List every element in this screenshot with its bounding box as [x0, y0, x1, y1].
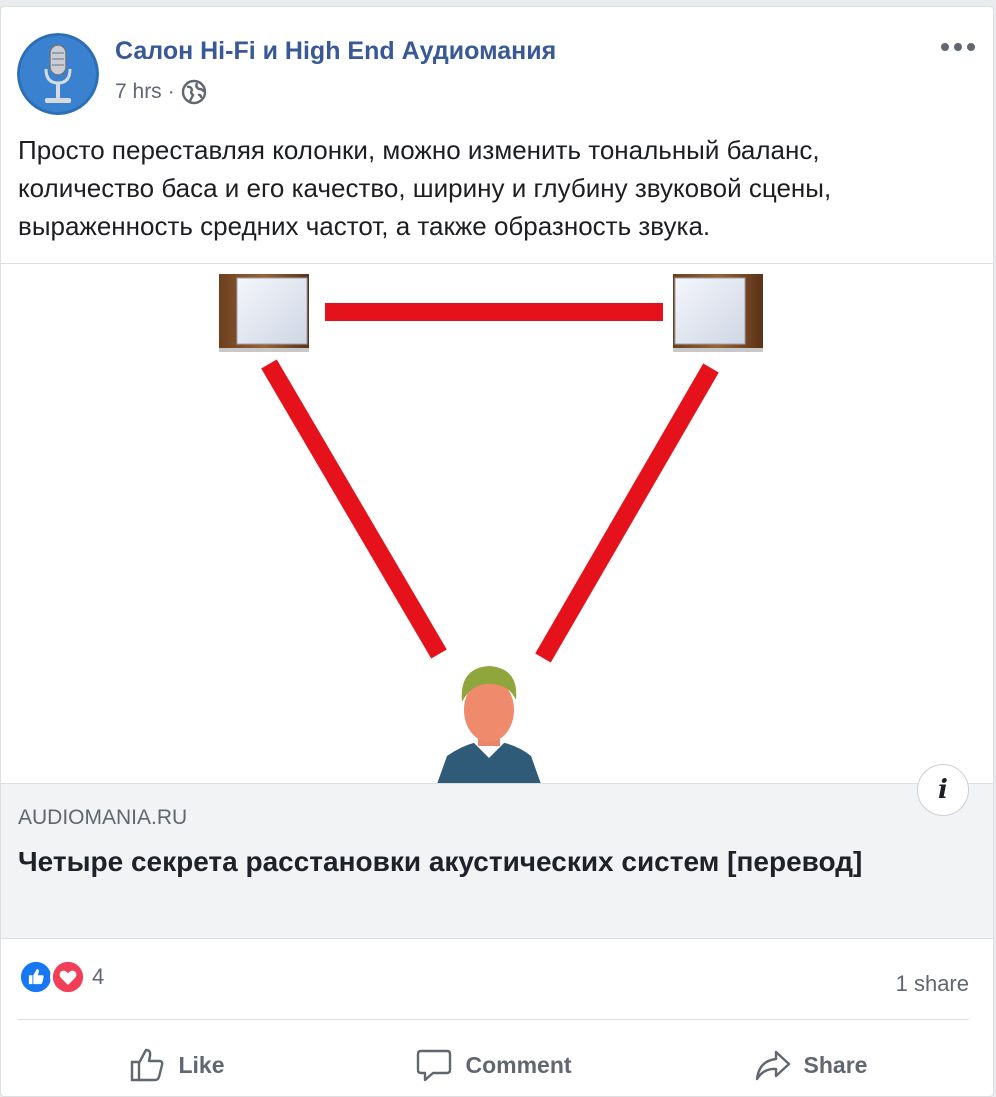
post-text: Просто переставляя колонки, можно измени… [18, 131, 978, 245]
love-icon [50, 959, 86, 995]
reactions-summary[interactable]: 4 [18, 959, 104, 995]
more-dot-icon [967, 43, 975, 51]
info-icon[interactable]: i [917, 764, 969, 816]
meta-separator: · [167, 80, 175, 103]
globe-icon[interactable] [181, 79, 207, 105]
left-line [261, 359, 447, 659]
action-bar: Like Comment Share [18, 1037, 969, 1093]
share-button[interactable]: Share [652, 1037, 969, 1093]
post-text-line: выраженность средних частот, а также обр… [18, 211, 711, 241]
more-dot-icon [954, 43, 962, 51]
link-domain: AUDIOMANIA.RU [18, 806, 188, 829]
share-count[interactable]: 1 share [896, 971, 969, 997]
like-label: Like [178, 1051, 225, 1078]
post-meta: 7 hrs · [115, 79, 207, 105]
thumbs-up-icon [131, 1048, 164, 1082]
like-button[interactable]: Like [18, 1037, 335, 1093]
share-arrow-icon [755, 1050, 790, 1081]
speaker-triangle-illustration [219, 274, 763, 784]
microphone-icon [17, 33, 99, 115]
right-line [535, 363, 719, 663]
comment-label: Comment [465, 1051, 572, 1078]
comment-button[interactable]: Comment [335, 1037, 652, 1093]
reaction-count: 4 [92, 964, 105, 989]
left-speaker [219, 274, 309, 352]
more-dot-icon [941, 43, 949, 51]
page-name-link[interactable]: Салон Hi-Fi и High End Аудиомания [115, 37, 556, 66]
link-title[interactable]: Четыре секрета расстановки акустических … [18, 842, 938, 882]
more-options-button[interactable] [941, 37, 975, 57]
link-preview-image[interactable] [1, 263, 993, 784]
post-timestamp[interactable]: 7 hrs [115, 80, 162, 104]
post-text-line: Просто переставляя колонки, можно измени… [18, 135, 820, 165]
right-speaker [673, 274, 763, 352]
link-preview-box[interactable]: i AUDIOMANIA.RU Четыре секрета расстанов… [1, 764, 993, 939]
post-card: Салон Hi-Fi и High End Аудиомания 7 hrs … [0, 6, 994, 1097]
comment-icon [417, 1049, 452, 1082]
like-icon [18, 959, 54, 995]
share-label: Share [803, 1051, 868, 1078]
post-text-line: количество баса и его качество, ширину и… [18, 173, 832, 203]
page-avatar[interactable] [17, 33, 99, 115]
divider [18, 1019, 969, 1020]
listener-figure [437, 666, 541, 784]
